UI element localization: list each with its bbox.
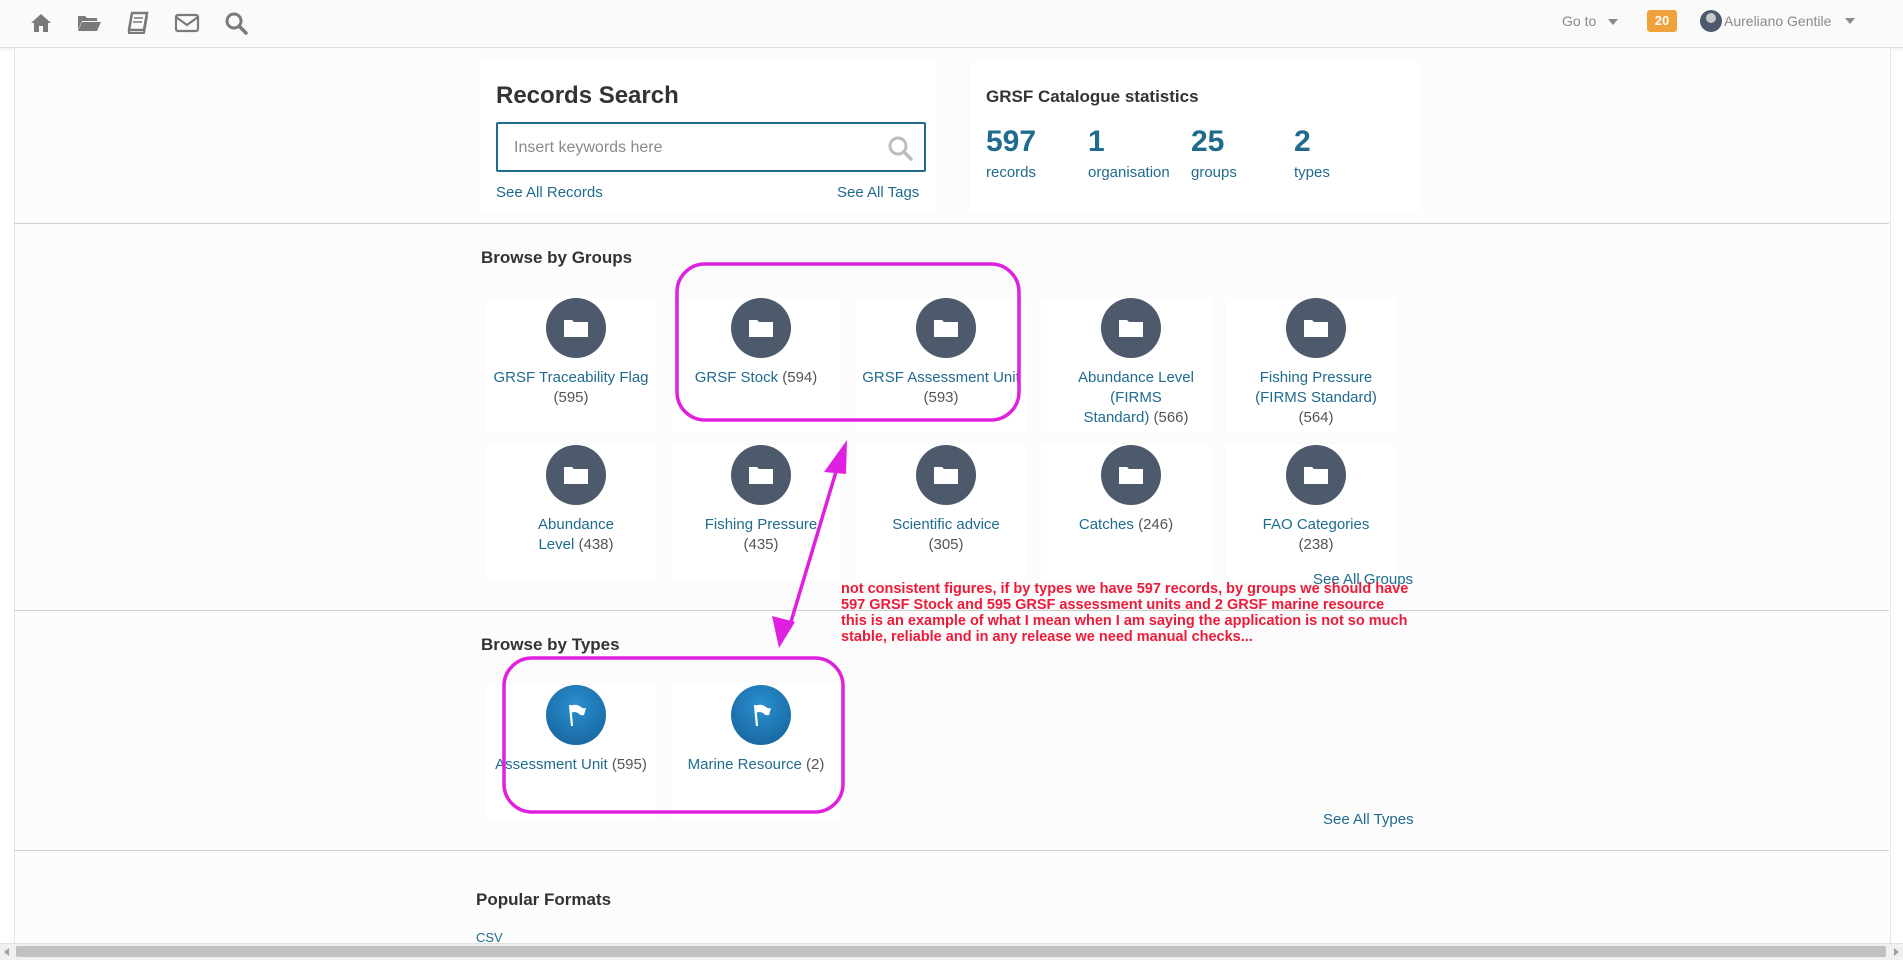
see-all-tags-link[interactable]: See All Tags bbox=[837, 184, 919, 201]
group-label: Scientific advice (305) bbox=[892, 516, 1000, 553]
annotation-line: 597 GRSF Stock and 595 GRSF assessment u… bbox=[841, 597, 1385, 613]
group-tile[interactable]: GRSF Assessment Unit (593) bbox=[856, 298, 1026, 433]
group-label: Abundance Level (438) bbox=[538, 516, 614, 553]
stat-value: 597 bbox=[986, 125, 1037, 158]
scroll-left-icon[interactable] bbox=[4, 948, 9, 956]
group-label: GRSF Traceability Flag (595) bbox=[493, 369, 649, 406]
divider bbox=[14, 850, 1889, 851]
folder-icon bbox=[1286, 298, 1346, 358]
notification-badge[interactable]: 20 bbox=[1647, 10, 1677, 32]
annotation-line: not consistent figures, if by types we h… bbox=[841, 581, 1409, 597]
stat-types[interactable]: 2 types bbox=[1294, 125, 1330, 181]
folder-icon bbox=[731, 298, 791, 358]
folder-icon bbox=[546, 298, 606, 358]
divider bbox=[14, 223, 1889, 224]
type-label: Marine Resource (2) bbox=[687, 756, 825, 773]
stat-value: 1 bbox=[1088, 125, 1105, 158]
folder-icon bbox=[916, 445, 976, 505]
stat-label: types bbox=[1294, 164, 1330, 181]
horizontal-scrollbar[interactable] bbox=[0, 943, 1903, 960]
stat-label: organisation bbox=[1088, 164, 1170, 181]
group-tile[interactable]: Catches (246) bbox=[1041, 445, 1211, 580]
popular-formats-title: Popular Formats bbox=[476, 890, 612, 909]
type-tile[interactable]: Assessment Unit (595) bbox=[486, 685, 656, 820]
folder-icon bbox=[731, 445, 791, 505]
group-label: Abundance Level (FIRMS Standard) (566) bbox=[1078, 369, 1194, 426]
chevron-down-icon bbox=[1845, 18, 1856, 24]
group-tile[interactable]: FAO Categories (238) bbox=[1226, 445, 1396, 580]
stat-value: 2 bbox=[1294, 125, 1311, 158]
annotation-line: stable, reliable and in any release we n… bbox=[841, 629, 1253, 645]
user-menu[interactable]: Aureliano Gentile bbox=[1700, 10, 1856, 34]
chevron-down-icon bbox=[1608, 19, 1619, 26]
annotation-line: this is an example of what I mean when I… bbox=[841, 613, 1408, 629]
stat-groups[interactable]: 25 groups bbox=[1191, 125, 1237, 181]
records-search-title: Records Search bbox=[496, 82, 679, 109]
stats-title: GRSF Catalogue statistics bbox=[986, 87, 1199, 106]
stat-organisation[interactable]: 1 organisation bbox=[1088, 125, 1170, 181]
see-all-records-link[interactable]: See All Records bbox=[496, 184, 603, 201]
group-tile[interactable]: Abundance Level (438) bbox=[486, 445, 656, 580]
group-tile[interactable]: Scientific advice (305) bbox=[856, 445, 1026, 580]
browse-by-groups-title: Browse by Groups bbox=[481, 248, 633, 267]
search-icon[interactable] bbox=[223, 10, 249, 36]
type-tile[interactable]: Marine Resource (2) bbox=[671, 685, 841, 820]
stat-label: groups bbox=[1191, 164, 1237, 181]
browse-by-types-title: Browse by Types bbox=[481, 635, 620, 654]
home-icon[interactable] bbox=[28, 10, 54, 36]
goto-label: Go to bbox=[1562, 13, 1597, 29]
stat-value: 25 bbox=[1191, 125, 1225, 158]
group-tile[interactable]: GRSF Traceability Flag (595) bbox=[486, 298, 656, 433]
annotation-note: not consistent figures, if by types we h… bbox=[841, 581, 1481, 645]
scrollbar-thumb[interactable] bbox=[16, 946, 1886, 957]
goto-dropdown[interactable]: Go to bbox=[1562, 13, 1619, 29]
group-tile[interactable]: Fishing Pressure (FIRMS Standard) (564) bbox=[1226, 298, 1396, 433]
top-navbar: Go to 20 Aureliano Gentile bbox=[0, 0, 1903, 48]
search-icon[interactable] bbox=[886, 134, 914, 162]
stat-records[interactable]: 597 records bbox=[986, 125, 1036, 181]
stat-label: records bbox=[986, 164, 1037, 181]
scroll-right-icon[interactable] bbox=[1894, 948, 1899, 956]
group-label: Catches (246) bbox=[1078, 516, 1174, 533]
avatar bbox=[1700, 10, 1722, 32]
flag-icon bbox=[546, 685, 606, 745]
search-box bbox=[496, 122, 926, 172]
folder-open-icon[interactable] bbox=[76, 10, 102, 36]
folder-icon bbox=[1101, 445, 1161, 505]
group-label: GRSF Assessment Unit (593) bbox=[862, 369, 1020, 406]
type-label: Assessment Unit (595) bbox=[495, 756, 647, 773]
group-label: Fishing Pressure (435) bbox=[704, 516, 818, 553]
group-label: FAO Categories (238) bbox=[1262, 516, 1370, 553]
folder-icon bbox=[1101, 298, 1161, 358]
group-label: GRSF Stock (594) bbox=[694, 369, 818, 386]
book-icon[interactable] bbox=[125, 10, 151, 36]
folder-icon bbox=[1286, 445, 1346, 505]
see-all-types-link[interactable]: See All Types bbox=[1323, 811, 1414, 828]
group-tile[interactable]: Abundance Level (FIRMS Standard) (566) bbox=[1041, 298, 1211, 433]
group-label: Fishing Pressure (FIRMS Standard) (564) bbox=[1255, 369, 1377, 426]
search-input[interactable] bbox=[512, 136, 876, 160]
folder-icon bbox=[546, 445, 606, 505]
flag-icon bbox=[731, 685, 791, 745]
folder-icon bbox=[916, 298, 976, 358]
group-tile[interactable]: GRSF Stock (594) bbox=[671, 298, 841, 433]
group-tile[interactable]: Fishing Pressure (435) bbox=[671, 445, 841, 580]
user-name: Aureliano Gentile bbox=[1724, 13, 1832, 29]
envelope-icon[interactable] bbox=[174, 10, 200, 36]
